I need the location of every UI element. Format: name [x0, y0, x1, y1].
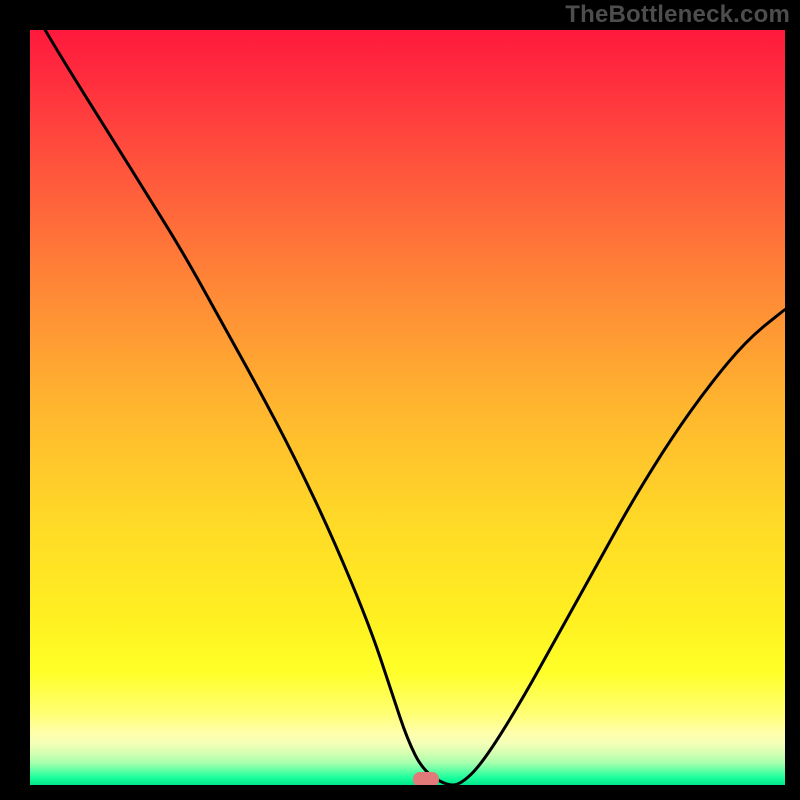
watermark-text: TheBottleneck.com	[565, 1, 790, 29]
plot-area	[30, 30, 785, 785]
valley-marker	[413, 772, 439, 785]
chart-frame: TheBottleneck.com	[0, 0, 800, 800]
risk-gradient-background	[30, 30, 785, 785]
